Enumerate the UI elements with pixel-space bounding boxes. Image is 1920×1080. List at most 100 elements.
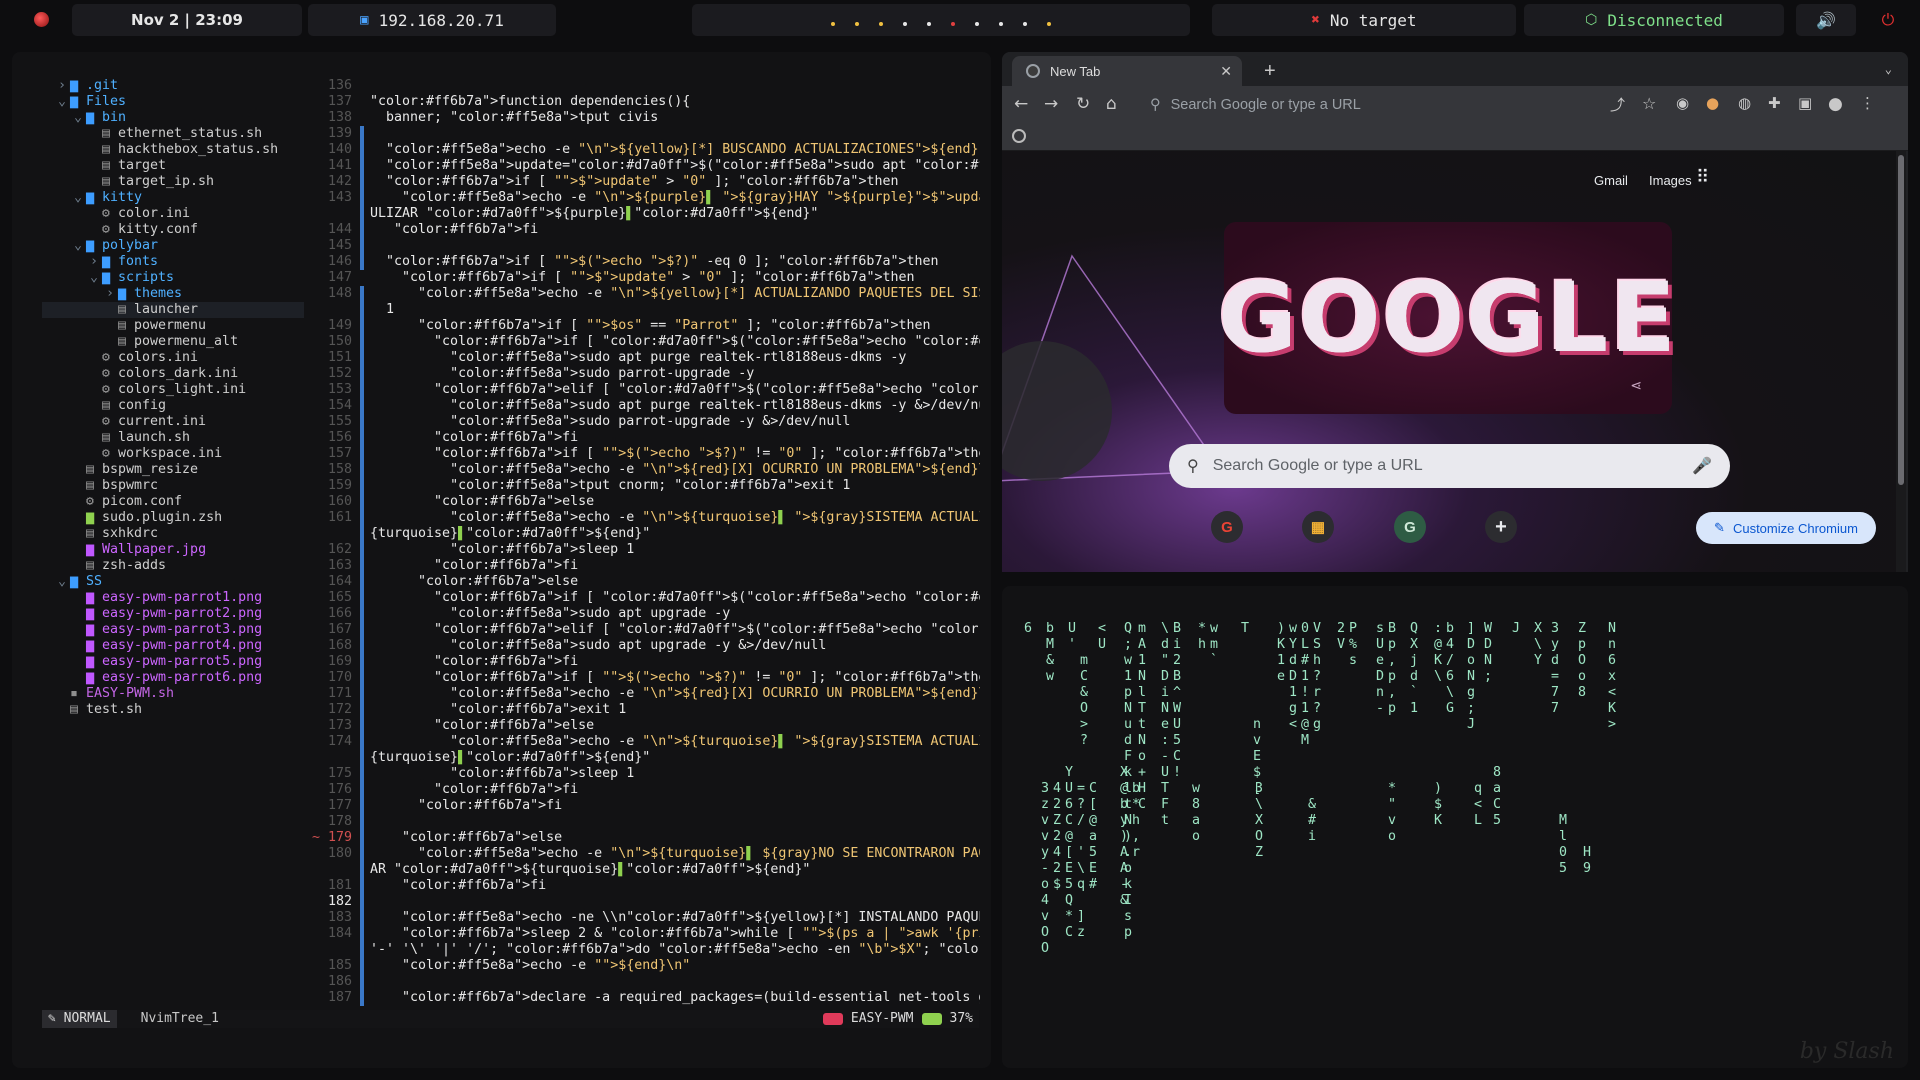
add-shortcut-button[interactable]: + — [1485, 511, 1517, 543]
tree-item[interactable]: ▆ easy-pwm-parrot6.png — [42, 670, 304, 686]
code-line[interactable]: 145 — [312, 238, 980, 254]
workspace-dot-7[interactable] — [975, 21, 979, 26]
tree-item[interactable]: ▤ launch.sh — [42, 430, 304, 446]
extensions-puzzle-icon[interactable]: ✚ — [1768, 94, 1781, 112]
code-line[interactable]: 173 "color:#ff6b7a">else — [312, 718, 980, 734]
profile-avatar-icon[interactable]: ● — [1828, 94, 1843, 114]
gmail-link[interactable]: Gmail — [1594, 173, 1628, 188]
tree-item[interactable]: ⌄ ▆ bin — [42, 110, 304, 126]
tree-item[interactable]: ▆ easy-pwm-parrot1.png — [42, 590, 304, 606]
code-line[interactable]: 184 "color:#ff6b7a">sleep 2 & "color:#ff… — [312, 926, 980, 942]
code-line[interactable]: 163 "color:#ff6b7a">fi — [312, 558, 980, 574]
code-line[interactable]: 176 "color:#ff6b7a">fi — [312, 782, 980, 798]
code-line[interactable]: 155 "color:#ff5e8a">sudo parrot-upgrade … — [312, 414, 980, 430]
code-line[interactable]: ~ 179 "color:#ff6b7a">else — [312, 830, 980, 846]
tree-item[interactable]: ▤ test.sh — [42, 702, 304, 718]
code-line[interactable]: 187 "color:#ff6b7a">declare -a required_… — [312, 990, 980, 1006]
workspace-dot-9[interactable] — [1023, 21, 1027, 26]
reload-button[interactable]: ↻ — [1076, 94, 1090, 114]
tree-item[interactable]: ▤ config — [42, 398, 304, 414]
tree-item[interactable]: ▤ zsh-adds — [42, 558, 304, 574]
code-line[interactable]: 139 — [312, 126, 980, 142]
code-line[interactable]: AR "color:#d7a0ff">${turquoise}▌"color:#… — [312, 862, 980, 878]
extension-2-icon[interactable]: ● — [1706, 94, 1719, 112]
shortcut-google[interactable]: G — [1211, 511, 1243, 543]
tree-item[interactable]: › ▆ .git — [42, 78, 304, 94]
tree-item[interactable]: ▤ hackthebox_status.sh — [42, 142, 304, 158]
code-line[interactable]: 141 "color:#ff5e8a">update="color:#d7a0f… — [312, 158, 980, 174]
matrix-terminal[interactable]: by Slash 6b M & wU ' m C & O > ? < UQ ; w … — [1002, 586, 1908, 1068]
tree-item[interactable]: ⌄ ▆ polybar — [42, 238, 304, 254]
tree-item[interactable]: ▆ easy-pwm-parrot5.png — [42, 654, 304, 670]
chevron-icon[interactable]: ⌄ — [74, 190, 86, 206]
workspace-indicators[interactable] — [821, 11, 1061, 30]
code-line[interactable]: 152 "color:#ff5e8a">sudo parrot-upgrade … — [312, 366, 980, 382]
code-line[interactable]: 154 "color:#ff5e8a">sudo apt purge realt… — [312, 398, 980, 414]
system-logo-icon[interactable] — [34, 12, 49, 27]
tree-item[interactable]: ▤ ethernet_status.sh — [42, 126, 304, 142]
tree-item[interactable]: ⚙ colors_light.ini — [42, 382, 304, 398]
nvimtree-panel[interactable]: › ▆ .git ⌄ ▆ Files ⌄ ▆ bin ▤ ethernet_status.sh ▤ ha… — [42, 78, 304, 1048]
code-line[interactable]: 169 "color:#ff6b7a">fi — [312, 654, 980, 670]
code-line[interactable]: 183 "color:#ff5e8a">echo -ne \\n"color:#… — [312, 910, 980, 926]
ntp-search-box[interactable]: ⚲ Search Google or type a URL 🎤 — [1169, 444, 1730, 488]
google-bookmark-icon[interactable] — [1012, 129, 1026, 143]
bookmark-star-icon[interactable]: ☆ — [1642, 94, 1656, 113]
tree-item[interactable]: ▆ easy-pwm-parrot2.png — [42, 606, 304, 622]
workspace-dot-3[interactable] — [879, 21, 883, 26]
code-line[interactable]: 150 "color:#ff6b7a">if [ "color:#d7a0ff"… — [312, 334, 980, 350]
tree-item[interactable]: ⚙ colors.ini — [42, 350, 304, 366]
tree-item[interactable]: ⚙ colors_dark.ini — [42, 366, 304, 382]
chevron-icon[interactable]: ⌄ — [58, 574, 70, 590]
tree-item[interactable]: ▤ sxhkdrc — [42, 526, 304, 542]
workspace-dot-2[interactable] — [855, 21, 859, 26]
extension-3-icon[interactable]: ◍ — [1738, 94, 1751, 112]
code-line[interactable]: 146 "color:#ff6b7a">if [ "">$(">echo ">$… — [312, 254, 980, 270]
code-line[interactable]: 168 "color:#ff5e8a">sudo apt upgrade -y … — [312, 638, 980, 654]
code-line[interactable]: 140 "color:#ff5e8a">echo -e "\n">${yello… — [312, 142, 980, 158]
tree-item[interactable]: ⚙ current.ini — [42, 414, 304, 430]
code-line[interactable]: 159 "color:#ff5e8a">tput cnorm; "color:#… — [312, 478, 980, 494]
power-button[interactable]: ⏻ — [1866, 4, 1910, 36]
shortcut-g[interactable]: G — [1394, 511, 1426, 543]
code-line[interactable]: 143 "color:#ff5e8a">echo -e "\n">${purpl… — [312, 190, 980, 206]
code-line[interactable]: 1 — [312, 302, 980, 318]
code-line[interactable]: 144 "color:#ff6b7a">fi — [312, 222, 980, 238]
chevron-icon[interactable]: › — [106, 286, 118, 302]
tree-item[interactable]: ▆ sudo.plugin.zsh — [42, 510, 304, 526]
tree-item[interactable]: ▤ powermenu — [42, 318, 304, 334]
tab-search-chevron-icon[interactable]: ⌄ — [1885, 62, 1892, 76]
code-line[interactable]: 167 "color:#ff6b7a">elif [ "color:#d7a0f… — [312, 622, 980, 638]
tree-item[interactable]: ⚙ workspace.ini — [42, 446, 304, 462]
scrollbar-thumb[interactable] — [1898, 155, 1904, 485]
tree-item[interactable]: › ▆ fonts — [42, 254, 304, 270]
omnibox[interactable]: ⚲ Search Google or type a URL — [1150, 91, 1620, 119]
code-line[interactable]: 185 "color:#ff5e8a">echo -e "">${end}\n" — [312, 958, 980, 974]
tree-item[interactable]: ⌄ ▆ SS — [42, 574, 304, 590]
code-line[interactable]: 186 — [312, 974, 980, 990]
page-scrollbar[interactable] — [1896, 151, 1906, 572]
tree-item[interactable]: › ▆ themes — [42, 286, 304, 302]
code-line[interactable]: 161 "color:#ff5e8a">echo -e "\n">${turqu… — [312, 510, 980, 526]
volume-button[interactable]: 🔊 — [1796, 4, 1856, 36]
code-line[interactable]: 136 — [312, 78, 980, 94]
tree-item[interactable]: ⌄ ▆ scripts — [42, 270, 304, 286]
code-line[interactable]: '-' '\' '|' '/'; "color:#ff6b7a">do "col… — [312, 942, 980, 958]
share-doodle-icon[interactable]: ⋖ — [1630, 378, 1642, 394]
chevron-icon[interactable]: ⌄ — [90, 270, 102, 286]
tree-item[interactable]: ▤ target — [42, 158, 304, 174]
nvim-window[interactable]: › ▆ .git ⌄ ▆ Files ⌄ ▆ bin ▤ ethernet_status.sh ▤ ha… — [12, 52, 991, 1068]
code-line[interactable]: 172 "color:#ff6b7a">exit 1 — [312, 702, 980, 718]
apps-grid-icon[interactable]: ⠿ — [1696, 167, 1709, 188]
chevron-icon[interactable]: ⌄ — [74, 110, 86, 126]
workspace-dot-6[interactable] — [951, 21, 955, 26]
code-line[interactable]: 177 "color:#ff6b7a">fi — [312, 798, 980, 814]
tree-item[interactable]: ⌄ ▆ Files — [42, 94, 304, 110]
tree-item[interactable]: ▤ bspwmrc — [42, 478, 304, 494]
forward-button[interactable]: → — [1044, 94, 1058, 114]
workspaces-widget[interactable] — [692, 4, 1190, 36]
code-line[interactable]: {turquoise}▌"color:#d7a0ff">${end}" — [312, 750, 980, 766]
chromium-window[interactable]: New Tab ✕ + ⌄ ← → ↻ ⌂ ⚲ Search Google or… — [1002, 52, 1908, 572]
code-line[interactable]: 160 "color:#ff6b7a">else — [312, 494, 980, 510]
code-line[interactable]: {turquoise}▌"color:#d7a0ff">${end}" — [312, 526, 980, 542]
